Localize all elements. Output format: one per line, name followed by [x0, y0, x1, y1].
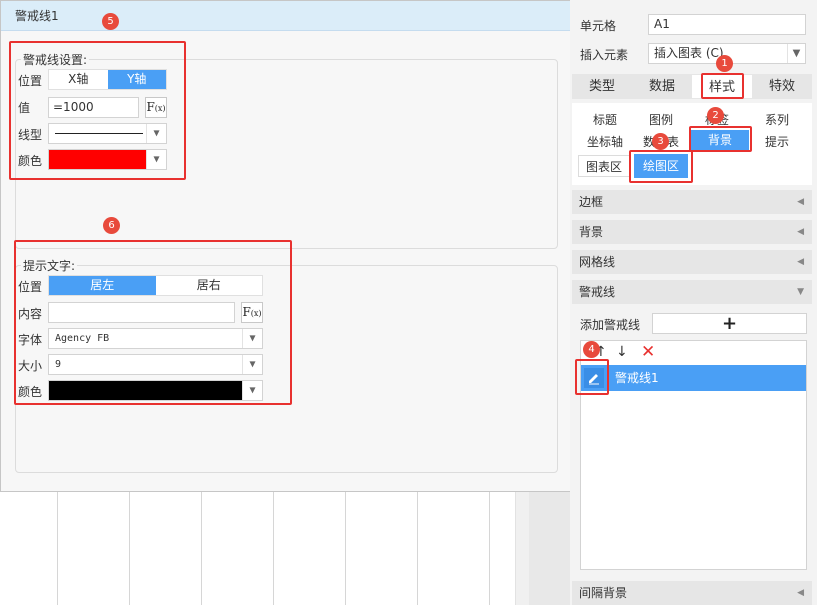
insert-value: 插入图表 (C) [654, 46, 724, 60]
badge-3: 3 [652, 133, 669, 150]
value-formula-button[interactable]: F(x) [145, 97, 167, 118]
content-input[interactable] [48, 302, 235, 323]
line-position-label: 位置 [18, 74, 43, 88]
fx-glyph: F [146, 100, 155, 114]
chevron-left-icon: ◀ [797, 227, 804, 237]
edit-icon[interactable] [584, 368, 604, 388]
line-settings-label: 警戒线设置: [21, 51, 90, 68]
badge-2: 2 [707, 107, 724, 124]
axis-y-option[interactable]: Y轴 [107, 70, 166, 89]
hint-color-swatch [49, 381, 243, 400]
font-select[interactable]: Agency FB ▼ [48, 328, 263, 349]
cell-field[interactable]: A1 [648, 14, 806, 35]
line-type-label: 线型 [18, 128, 43, 142]
align-left-option[interactable]: 居左 [49, 276, 156, 295]
value-input[interactable]: =1000 [48, 97, 139, 118]
chevron-down-icon: ▼ [242, 381, 262, 400]
list-item-label: 警戒线1 [615, 371, 659, 385]
subtab-plot-area[interactable]: 绘图区 [634, 154, 688, 178]
subtab-background[interactable]: 背景 [691, 130, 749, 150]
badge-5: 5 [102, 13, 119, 30]
line-color-label: 颜色 [18, 154, 43, 168]
add-line-button[interactable]: + [652, 313, 807, 334]
chevron-left-icon: ◀ [797, 197, 804, 207]
chevron-down-icon: ▼ [146, 124, 166, 143]
line-type-preview [55, 133, 143, 134]
content-label: 内容 [18, 307, 43, 321]
fx-sub: (x) [250, 309, 262, 318]
plus-icon: + [721, 313, 738, 334]
hint-text-label: 提示文字: [21, 257, 78, 274]
spreadsheet-grid [0, 490, 515, 605]
section-gridlines-label: 网格线 [579, 255, 616, 269]
dialog-title: 警戒线1 [1, 1, 570, 31]
badge-1: 1 [716, 55, 733, 72]
list-item[interactable]: 警戒线1 [581, 365, 806, 391]
main-tabs: 类型 数据 样式 特效 [572, 74, 812, 99]
font-label: 字体 [18, 333, 43, 347]
delete-icon[interactable]: ✕ [641, 342, 655, 362]
tab-effects[interactable]: 特效 [752, 74, 812, 99]
hint-align-toggle: 居左 居右 [48, 275, 263, 296]
chevron-down-icon: ▼ [242, 355, 262, 374]
subtab-chart-area[interactable]: 图表区 [578, 155, 630, 177]
section-border[interactable]: 边框 ◀ [572, 190, 812, 214]
subtab-legend[interactable]: 图例 [638, 111, 684, 128]
warning-line-dialog: 警戒线1 警戒线设置: 位置 X轴 Y轴 值 =1000 F(x) 线型 ▼ 颜… [0, 0, 571, 492]
insert-label: 插入元素 [580, 48, 629, 62]
font-value: Agency FB [55, 333, 110, 344]
chevron-down-icon: ▼ [797, 287, 804, 297]
hint-color-label: 颜色 [18, 385, 43, 399]
section-warning-line-label: 警戒线 [579, 285, 616, 299]
line-color-select[interactable]: ▼ [48, 149, 167, 170]
subtab-tooltip[interactable]: 提示 [754, 133, 800, 150]
size-select[interactable]: 9 ▼ [48, 354, 263, 375]
tab-type[interactable]: 类型 [572, 74, 632, 99]
content-formula-button[interactable]: F(x) [241, 302, 263, 323]
size-label: 大小 [18, 359, 43, 373]
line-type-select[interactable]: ▼ [48, 123, 167, 144]
hint-color-select[interactable]: ▼ [48, 380, 263, 401]
subtab-axis[interactable]: 坐标轴 [582, 133, 628, 150]
axis-x-option[interactable]: X轴 [49, 70, 108, 89]
value-label: 值 [18, 101, 31, 115]
badge-4: 4 [583, 341, 600, 358]
section-interval-background[interactable]: 间隔背景 ◀ [572, 581, 812, 605]
hint-position-label: 位置 [18, 280, 43, 294]
move-down-icon[interactable]: ↓ [616, 344, 628, 360]
line-color-swatch [49, 150, 147, 169]
axis-toggle: X轴 Y轴 [48, 69, 167, 90]
section-warning-line[interactable]: 警戒线 ▼ [572, 280, 812, 304]
chevron-down-icon: ▼ [146, 150, 166, 169]
subtab-series[interactable]: 系列 [754, 111, 800, 128]
fx-glyph: F [242, 305, 251, 319]
chevron-down-icon: ▼ [242, 329, 262, 348]
section-interval-background-label: 间隔背景 [579, 586, 628, 600]
section-gridlines[interactable]: 网格线 ◀ [572, 250, 812, 274]
tab-data[interactable]: 数据 [632, 74, 692, 99]
add-line-label: 添加警戒线 [580, 318, 641, 332]
chevron-down-icon: ▼ [787, 44, 805, 63]
chevron-left-icon: ◀ [797, 588, 804, 598]
tab-style[interactable]: 样式 [692, 75, 752, 98]
size-value: 9 [55, 359, 62, 370]
badge-6: 6 [103, 217, 120, 234]
align-right-option[interactable]: 居右 [156, 276, 263, 295]
subtab-title[interactable]: 标题 [582, 111, 628, 128]
chevron-left-icon: ◀ [797, 257, 804, 267]
fx-sub: (x) [154, 104, 166, 113]
cell-label: 单元格 [580, 19, 617, 33]
section-background-label: 背景 [579, 225, 604, 239]
section-background[interactable]: 背景 ◀ [572, 220, 812, 244]
warning-line-list: ↑ ↓ ✕ 警戒线1 [580, 340, 807, 570]
section-border-label: 边框 [579, 195, 604, 209]
